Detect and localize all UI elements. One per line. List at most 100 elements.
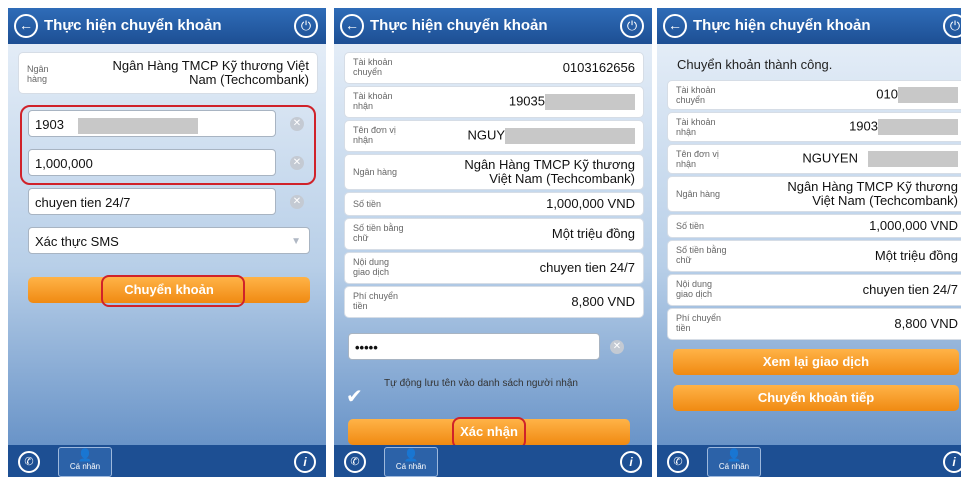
detail-row: Ngân hàng Ngân Hàng TMCP Kỹ thương Việt … <box>667 176 961 212</box>
continue-transfer-button[interactable]: Chuyển khoản tiếp <box>673 385 959 411</box>
detail-row: Tài khoản nhận 1903 <box>667 112 961 142</box>
page-title: Thực hiện chuyển khoản <box>693 17 871 34</box>
auth-method-select[interactable]: Xác thực SMS ▼ <box>28 227 310 254</box>
checkmark-icon[interactable]: ✔ <box>346 384 363 409</box>
transfer-success-screen: ← Thực hiện chuyển khoản ⏻ Chuyển khoản … <box>657 8 961 477</box>
transfer-form-screen: ← Thực hiện chuyển khoản ⏻ Ngân hàng Ngâ… <box>8 8 326 477</box>
detail-row: Số tiền 1,000,000 VND <box>667 214 961 238</box>
account-number-value: 1903 <box>35 117 64 132</box>
detail-value: 1,000,000 VND <box>546 196 635 211</box>
masked-digits <box>898 87 958 103</box>
personal-label: Cá nhân <box>69 462 101 471</box>
detail-row: Tài khoản chuyển 0103162656 <box>344 52 644 84</box>
detail-row: Tên đơn vị nhận NGUYEN <box>667 144 961 174</box>
detail-value-text: 1903 <box>849 118 878 134</box>
detail-label: Số tiền bằng chữ <box>353 223 404 243</box>
bottom-bar: ✆ 👤 Cá nhân i <box>657 445 961 477</box>
detail-value-text: 19035 <box>508 93 545 109</box>
personal-tab[interactable]: 👤 Cá nhân <box>384 447 438 477</box>
detail-value: Ngân Hàng TMCP Kỹ thương Việt Nam (Techc… <box>464 157 635 186</box>
detail-row: Ngân hàng Ngân Hàng TMCP Kỹ thương Việt … <box>344 154 644 190</box>
detail-row: Tài khoản nhận 19035 <box>344 86 644 118</box>
info-icon[interactable]: i <box>294 451 316 473</box>
masked-name <box>868 151 958 167</box>
detail-value-text: NGUY <box>467 127 505 143</box>
bottom-bar: ✆ 👤 Cá nhân i <box>8 445 326 477</box>
detail-label: Số tiền bằng chữ <box>676 245 727 265</box>
back-arrow-icon[interactable]: ← <box>14 14 38 38</box>
content-input[interactable]: chuyen tien 24/7 <box>28 188 276 215</box>
detail-row: Phí chuyển tiền 8,800 VND <box>344 286 644 318</box>
bank-row: Ngân hàng Ngân Hàng TMCP Kỹ thương Việt … <box>18 52 318 94</box>
personal-tab[interactable]: 👤 Cá nhân <box>58 447 112 477</box>
person-icon: 👤 <box>403 448 419 462</box>
detail-value: 8,800 VND <box>571 294 635 309</box>
otp-input[interactable]: ••••• <box>348 333 600 360</box>
detail-value: 010 <box>876 87 958 103</box>
person-icon: 👤 <box>726 448 742 462</box>
auto-save-label: Tự động lưu tên vào danh sách người nhận <box>384 378 578 389</box>
masked-digits <box>77 117 198 134</box>
bank-value: Ngân Hàng TMCP Kỹ thương Việt Nam (Techc… <box>112 58 309 87</box>
page-title: Thực hiện chuyển khoản <box>44 17 222 34</box>
detail-label: Phí chuyển tiền <box>676 313 722 333</box>
detail-row: Phí chuyển tiền 8,800 VND <box>667 308 961 340</box>
header: ← Thực hiện chuyển khoản ⏻ <box>657 8 961 44</box>
power-icon[interactable]: ⏻ <box>620 14 644 38</box>
amount-input[interactable]: 1,000,000 <box>28 149 276 176</box>
detail-value: 19035 <box>509 94 635 110</box>
info-icon[interactable]: i <box>943 451 961 473</box>
masked-digits <box>545 94 635 110</box>
detail-label: Nội dung giao dịch <box>353 257 390 277</box>
detail-value: Ngân Hàng TMCP Kỹ thương Việt Nam (Techc… <box>787 179 958 208</box>
phone-icon[interactable]: ✆ <box>667 451 689 473</box>
page-title: Thực hiện chuyển khoản <box>370 17 548 34</box>
back-arrow-icon[interactable]: ← <box>663 14 687 38</box>
highlight-box <box>101 275 245 307</box>
bank-label: Ngân hàng <box>27 64 49 84</box>
clear-icon[interactable]: ✕ <box>290 156 304 170</box>
review-transaction-button[interactable]: Xem lại giao dịch <box>673 349 959 375</box>
detail-label: Tài khoản nhận <box>353 91 393 111</box>
clear-icon[interactable]: ✕ <box>290 117 304 131</box>
person-icon: 👤 <box>77 448 93 462</box>
info-icon[interactable]: i <box>620 451 642 473</box>
detail-label: Tên đơn vị nhận <box>676 149 719 169</box>
detail-label: Ngân hàng <box>353 167 398 177</box>
power-icon[interactable]: ⏻ <box>294 14 318 38</box>
success-message: Chuyển khoản thành công. <box>677 57 833 72</box>
masked-name <box>505 128 635 144</box>
detail-value: 8,800 VND <box>894 316 958 331</box>
phone-icon[interactable]: ✆ <box>344 451 366 473</box>
masked-digits <box>878 119 958 135</box>
detail-label: Tài khoản chuyển <box>353 57 393 77</box>
detail-value: 1903 <box>849 119 958 135</box>
transfer-confirm-screen: ← Thực hiện chuyển khoản ⏻ Tài khoản chu… <box>334 8 652 477</box>
back-arrow-icon[interactable]: ← <box>340 14 364 38</box>
detail-label: Phí chuyển tiền <box>353 291 399 311</box>
power-icon[interactable]: ⏻ <box>943 14 961 38</box>
detail-row: Nội dung giao dịch chuyen tien 24/7 <box>667 274 961 306</box>
personal-label: Cá nhân <box>718 462 750 471</box>
detail-value: Một triệu đồng <box>874 248 958 263</box>
detail-row: Nội dung giao dịch chuyen tien 24/7 <box>344 252 644 284</box>
detail-row: Số tiền bằng chữ Một triệu đồng <box>344 218 644 250</box>
detail-value: 1,000,000 VND <box>869 218 958 233</box>
detail-label: Tên đơn vị nhận <box>353 125 396 145</box>
account-number-input[interactable]: 1903 <box>28 110 276 137</box>
header: ← Thực hiện chuyển khoản ⏻ <box>334 8 652 44</box>
detail-label: Nội dung giao dịch <box>676 279 713 299</box>
detail-value: Một triệu đồng <box>551 226 635 241</box>
detail-row: Số tiền 1,000,000 VND <box>344 192 644 216</box>
personal-tab[interactable]: 👤 Cá nhân <box>707 447 761 477</box>
detail-row: Số tiền bằng chữ Một triệu đồng <box>667 240 961 272</box>
header: ← Thực hiện chuyển khoản ⏻ <box>8 8 326 44</box>
clear-icon[interactable]: ✕ <box>610 340 624 354</box>
detail-label: Ngân hàng <box>676 189 721 199</box>
bottom-bar: ✆ 👤 Cá nhân i <box>334 445 652 477</box>
detail-row: Tài khoản chuyển 010 <box>667 80 961 110</box>
detail-label: Số tiền <box>676 221 705 231</box>
detail-label: Tài khoản chuyển <box>676 85 716 105</box>
phone-icon[interactable]: ✆ <box>18 451 40 473</box>
clear-icon[interactable]: ✕ <box>290 195 304 209</box>
